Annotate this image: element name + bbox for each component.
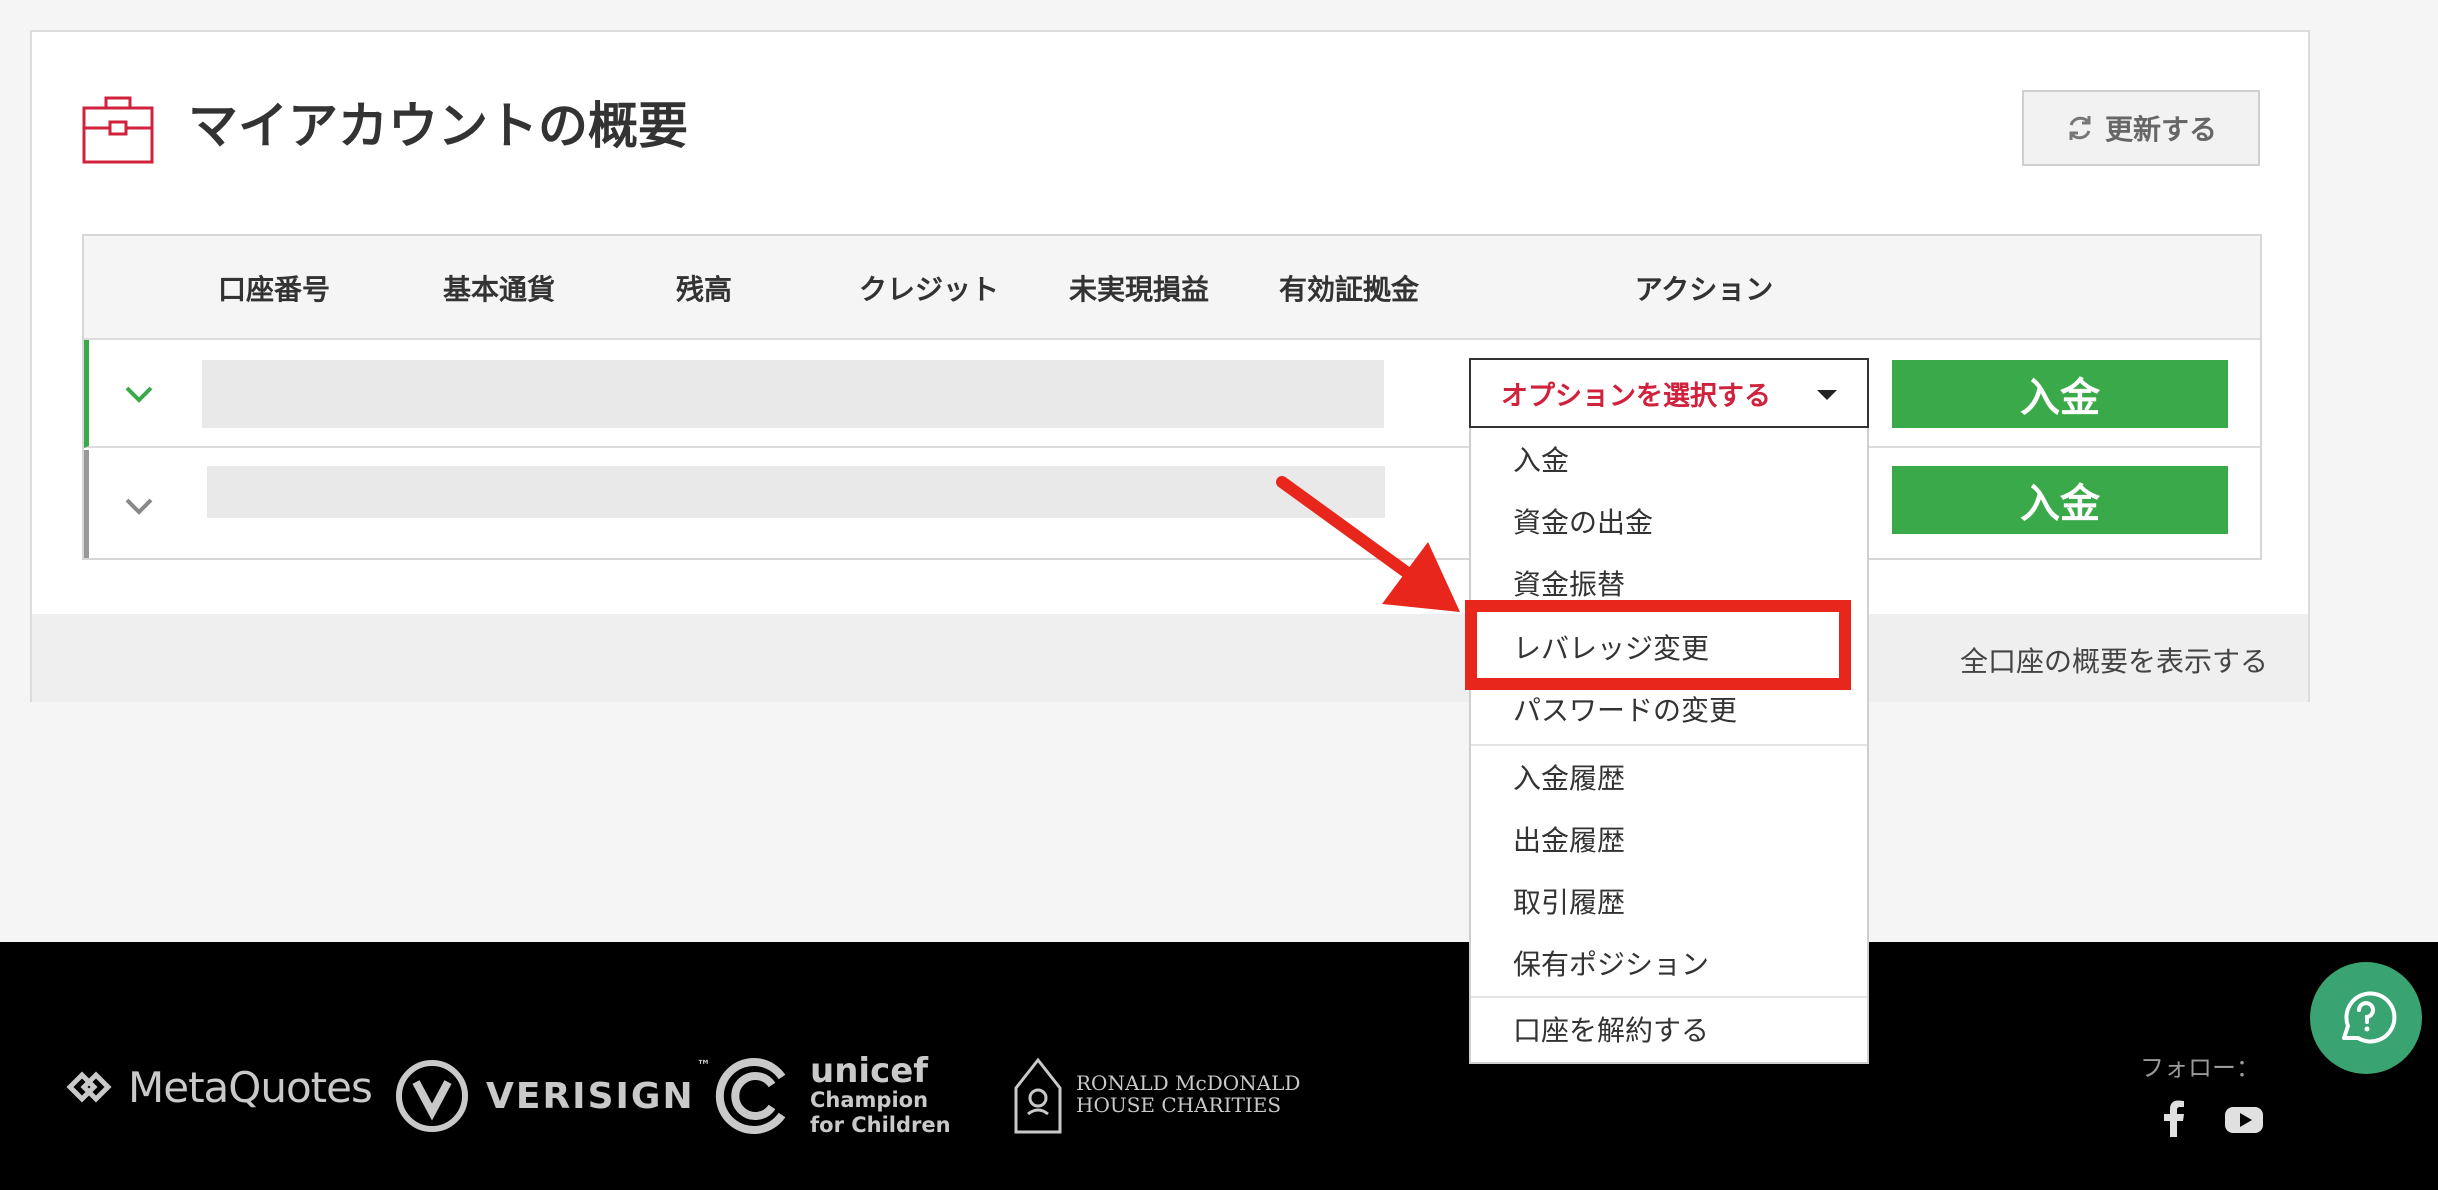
view-all-accounts-link[interactable]: 全口座の概要を表示する bbox=[1960, 640, 2268, 680]
table-row: 入金 bbox=[84, 450, 2260, 558]
accounts-table: 口座番号 基本通貨 残高 クレジット 未実現損益 有効証拠金 アクション 入金 … bbox=[82, 234, 2262, 560]
action-select[interactable]: オプションを選択する bbox=[1469, 358, 1869, 428]
menu-item-trade-history[interactable]: 取引履歴 bbox=[1471, 870, 1867, 932]
column-header-base-currency: 基本通貨 bbox=[442, 273, 555, 306]
chevron-down-icon[interactable] bbox=[119, 374, 159, 414]
row-data-placeholder bbox=[207, 466, 1385, 518]
rmhc-line2: HOUSE CHARITIES bbox=[1076, 1093, 1282, 1117]
menu-item-withdraw[interactable]: 資金の出金 bbox=[1471, 490, 1867, 552]
column-header-balance: 残高 bbox=[675, 273, 732, 306]
caret-down-icon bbox=[1817, 390, 1837, 400]
account-overview-card: マイアカウントの概要 更新する 口座番号 基本通貨 残高 クレジット 未実現損益… bbox=[30, 30, 2310, 702]
column-header-action: アクション bbox=[1634, 273, 1774, 306]
chevron-down-icon[interactable] bbox=[119, 486, 159, 526]
unicef-logo-icon bbox=[715, 1058, 786, 1134]
unicef-line1: Champion bbox=[810, 1088, 929, 1112]
rmhc-text: RONALD McDONALD HOUSE CHARITIES bbox=[1076, 1072, 1300, 1116]
column-header-unrealized-pnl: 未実現損益 bbox=[1068, 273, 1209, 306]
action-dropdown-menu: 入金 資金の出金 資金振替 レバレッジ変更 パスワードの変更 入金履歴 出金履歴… bbox=[1469, 428, 1869, 1064]
question-mark-icon bbox=[2342, 991, 2397, 1044]
unicef-logo: unicef Champion for Children bbox=[714, 1054, 951, 1138]
column-header-equity: 有効証拠金 bbox=[1278, 273, 1419, 306]
deposit-button[interactable]: 入金 bbox=[1892, 360, 2228, 428]
verisign-logo-icon bbox=[396, 1060, 468, 1132]
table-row: 入金 bbox=[84, 340, 2260, 448]
unicef-text: unicef Champion for Children bbox=[810, 1054, 951, 1138]
page-title: マイアカウントの概要 bbox=[188, 97, 688, 155]
rmhc-house-icon bbox=[1014, 1057, 1062, 1134]
youtube-icon[interactable] bbox=[2222, 1097, 2266, 1141]
table-header: 口座番号 基本通貨 残高 クレジット 未実現損益 有効証拠金 アクション bbox=[84, 236, 2260, 340]
rmhc-logo: RONALD McDONALD HOUSE CHARITIES bbox=[1010, 1052, 1300, 1136]
menu-item-deposit-history[interactable]: 入金履歴 bbox=[1471, 746, 1867, 808]
rmhc-line1: RONALD McDONALD bbox=[1076, 1071, 1301, 1095]
refresh-icon bbox=[2069, 116, 2091, 140]
verisign-logo: VERISIGN ™ bbox=[394, 1058, 713, 1134]
follow-label: フォロー： bbox=[2140, 1054, 2260, 1082]
facebook-icon[interactable] bbox=[2152, 1097, 2196, 1141]
red-arrow-annotation bbox=[1276, 476, 1460, 612]
action-select-label: オプションを選択する bbox=[1501, 380, 1771, 412]
menu-item-close-account[interactable]: 口座を解約する bbox=[1471, 998, 1867, 1060]
deposit-button[interactable]: 入金 bbox=[1892, 466, 2228, 534]
highlight-box-annotation bbox=[1465, 600, 1851, 690]
refresh-label: 更新する bbox=[2104, 113, 2217, 146]
verisign-trademark: ™ bbox=[696, 1058, 713, 1074]
unicef-line2: for Children bbox=[810, 1113, 951, 1137]
briefcase-icon bbox=[82, 96, 154, 164]
metaquotes-logo: MetaQuotes bbox=[62, 1060, 373, 1114]
row-data-placeholder bbox=[202, 360, 1384, 428]
unicef-title: unicef bbox=[810, 1051, 929, 1091]
metaquotes-logo-icon bbox=[66, 1071, 112, 1103]
column-header-credit: クレジット bbox=[858, 273, 999, 306]
menu-item-withdrawal-history[interactable]: 出金履歴 bbox=[1471, 808, 1867, 870]
menu-item-deposit[interactable]: 入金 bbox=[1471, 428, 1867, 490]
verisign-logo-text: VERISIGN bbox=[486, 1075, 695, 1117]
refresh-button[interactable]: 更新する bbox=[2022, 90, 2260, 166]
metaquotes-logo-text: MetaQuotes bbox=[128, 1062, 373, 1112]
menu-item-open-positions[interactable]: 保有ポジション bbox=[1471, 932, 1867, 994]
column-header-account-number: 口座番号 bbox=[217, 273, 330, 306]
card-header: マイアカウントの概要 更新する bbox=[32, 32, 2308, 222]
help-chat-button[interactable] bbox=[2310, 962, 2422, 1074]
